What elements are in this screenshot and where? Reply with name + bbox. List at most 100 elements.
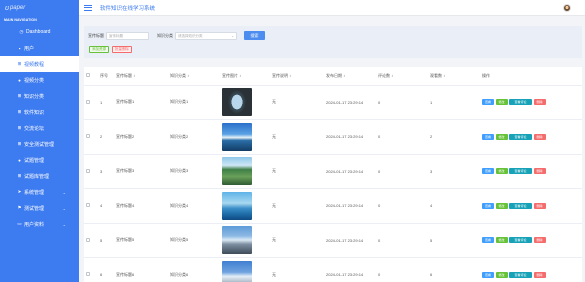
sort-icon[interactable]: ⇕ xyxy=(133,74,136,78)
grid-icon: ⊞ xyxy=(17,141,22,146)
edit-button[interactable]: 修改 xyxy=(495,99,508,106)
delete-button[interactable]: 删除 xyxy=(533,168,546,175)
view-button[interactable]: 查看 xyxy=(482,271,494,278)
delete-button[interactable]: 删除 xyxy=(533,271,546,278)
col-clicks[interactable]: 观看数 ⇕ xyxy=(428,67,480,86)
delete-button[interactable]: 删除 xyxy=(533,202,546,209)
title-filter-input[interactable]: 宣传标题 xyxy=(106,31,149,40)
sidebar-item-label: 系统管理 xyxy=(24,189,45,196)
row-checkbox[interactable] xyxy=(86,203,90,208)
view-comments-button[interactable]: 查看评论 xyxy=(509,99,532,106)
category-filter-select[interactable]: 请选择知识分类 ⌄ xyxy=(175,31,237,40)
view-comments-button[interactable]: 查看评论 xyxy=(509,271,532,278)
col-comments[interactable]: 评论数 ⇕ xyxy=(376,67,428,86)
action-buttons: 添加资源 批量删除 xyxy=(89,46,132,53)
search-button[interactable]: 搜索 xyxy=(244,31,265,40)
thumbnail-image[interactable] xyxy=(222,226,252,255)
table-row: 2 宣传标题2 知识分类2 无 2024-01-17 23:29:14 0 2 查看 修改 查看评… xyxy=(84,119,582,155)
col-date[interactable]: 发布日期 ⇕ xyxy=(324,67,376,86)
cell-category: 知识分类6 xyxy=(168,257,220,282)
view-comments-button[interactable]: 查看评论 xyxy=(509,168,532,175)
thumbnail-image[interactable] xyxy=(222,260,252,282)
thumbnail-image[interactable] xyxy=(222,122,252,151)
sort-icon[interactable]: ⇕ xyxy=(239,74,242,78)
col-desc[interactable]: 宣传说明 ⇕ xyxy=(270,67,324,86)
row-checkbox-cell xyxy=(84,188,98,224)
sidebar-item[interactable]: ⊞ 知识分类 xyxy=(0,88,79,104)
cell-ops: 查看 修改 查看评论 删除 xyxy=(480,85,582,120)
edit-button[interactable]: 修改 xyxy=(495,133,508,140)
cell-date: 2024-01-17 23:29:14 xyxy=(324,119,376,155)
col-image[interactable]: 宣传图片 ⇕ xyxy=(220,67,270,86)
sidebar-item[interactable]: ⊞ 试题库管理 xyxy=(0,168,79,184)
batch-delete-button[interactable]: 批量删除 xyxy=(112,46,132,53)
row-checkbox[interactable] xyxy=(86,134,90,139)
sidebar-item-label: 测试管理 xyxy=(24,205,45,212)
cell-title: 宣传标题3 xyxy=(114,154,168,189)
sidebar-item-label: 交流论坛 xyxy=(24,125,45,132)
delete-button[interactable]: 删除 xyxy=(533,99,546,106)
sidebar-item[interactable]: ▭ 用户资料 ⌄ xyxy=(0,216,79,232)
col-comments-label: 评论数 xyxy=(378,72,390,78)
edit-button[interactable]: 修改 xyxy=(495,271,508,278)
sidebar-item[interactable]: ▪ 用户 xyxy=(0,40,79,56)
cell-ops: 查看 修改 查看评论 删除 xyxy=(480,188,582,224)
sort-icon[interactable]: ⇕ xyxy=(343,74,346,78)
add-button[interactable]: 添加资源 xyxy=(89,46,109,53)
view-button[interactable]: 查看 xyxy=(482,133,494,140)
row-checkbox[interactable] xyxy=(86,272,90,277)
thumbnail-image[interactable] xyxy=(222,88,252,117)
cell-date: 2024-01-17 23:29:14 xyxy=(324,223,376,258)
sidebar-item-label: 视频分类 xyxy=(24,77,45,84)
nav-list: ◷ Dashboard ▪ 用户 ⊞ 视频教程 ● 视频分类 ⊞ 知识分类 ⊞ 软件知识 ⊞ 交流论坛 ⊞ 安… xyxy=(0,24,79,232)
sidebar-item[interactable]: ◷ Dashboard xyxy=(0,24,79,40)
cell-index: 5 xyxy=(98,223,114,258)
col-title[interactable]: 宣传标题 ⇕ xyxy=(114,67,168,86)
avatar[interactable] xyxy=(563,4,571,12)
col-category[interactable]: 知识分类 ⇕ xyxy=(168,67,220,86)
sort-icon[interactable]: ⇕ xyxy=(289,74,292,78)
select-all-checkbox[interactable] xyxy=(86,73,90,78)
sidebar-item[interactable]: ⊞ 视频教程 xyxy=(0,56,79,72)
cell-clicks: 4 xyxy=(428,188,480,224)
sidebar-item[interactable]: ⊞ 软件知识 xyxy=(0,104,79,120)
sidebar-item[interactable]: ● 试题管理 xyxy=(0,152,79,168)
thumbnail-image[interactable] xyxy=(222,157,252,186)
row-checkbox[interactable] xyxy=(86,237,90,242)
delete-button[interactable]: 删除 xyxy=(533,237,546,244)
chat-icon: ● xyxy=(18,157,21,163)
row-checkbox[interactable] xyxy=(86,168,90,173)
chevron-down-icon: ⌄ xyxy=(62,189,66,195)
view-button[interactable]: 查看 xyxy=(482,237,494,244)
thumbnail-image[interactable] xyxy=(222,191,252,220)
row-checkbox[interactable] xyxy=(86,99,90,104)
sidebar-item[interactable]: ⚑ 测试管理 ⌄ xyxy=(0,200,79,216)
cell-clicks: 3 xyxy=(428,154,480,189)
grid-icon: ⊞ xyxy=(17,61,22,66)
delete-button[interactable]: 删除 xyxy=(533,133,546,140)
sidebar-item-label: 用户资料 xyxy=(24,221,45,228)
view-comments-button[interactable]: 查看评论 xyxy=(509,133,532,140)
sidebar-item[interactable]: ➤ 系统管理 ⌄ xyxy=(0,184,79,200)
cell-category: 知识分类1 xyxy=(168,85,220,120)
sidebar-item[interactable]: ⊞ 安全测试管理 xyxy=(0,136,79,152)
sidebar-item[interactable]: ● 视频分类 xyxy=(0,72,79,88)
sort-icon[interactable]: ⇕ xyxy=(443,74,446,78)
sort-icon[interactable]: ⇕ xyxy=(391,74,394,78)
row-checkbox-cell xyxy=(84,119,98,155)
sort-icon[interactable]: ⇕ xyxy=(187,74,190,78)
menu-toggle-icon[interactable] xyxy=(84,4,92,11)
brand-logo: ʊ paper xyxy=(0,0,79,16)
cell-date: 2024-01-17 23:29:14 xyxy=(324,188,376,224)
edit-button[interactable]: 修改 xyxy=(495,202,508,209)
sidebar-item[interactable]: ⊞ 交流论坛 xyxy=(0,120,79,136)
cell-comments: 0 xyxy=(376,223,428,258)
view-comments-button[interactable]: 查看评论 xyxy=(509,202,532,209)
view-button[interactable]: 查看 xyxy=(482,168,494,175)
view-button[interactable]: 查看 xyxy=(482,202,494,209)
view-comments-button[interactable]: 查看评论 xyxy=(509,237,532,244)
view-button[interactable]: 查看 xyxy=(482,99,494,106)
edit-button[interactable]: 修改 xyxy=(495,237,508,244)
edit-button[interactable]: 修改 xyxy=(495,168,508,175)
chevron-down-icon: ⌄ xyxy=(231,33,234,38)
